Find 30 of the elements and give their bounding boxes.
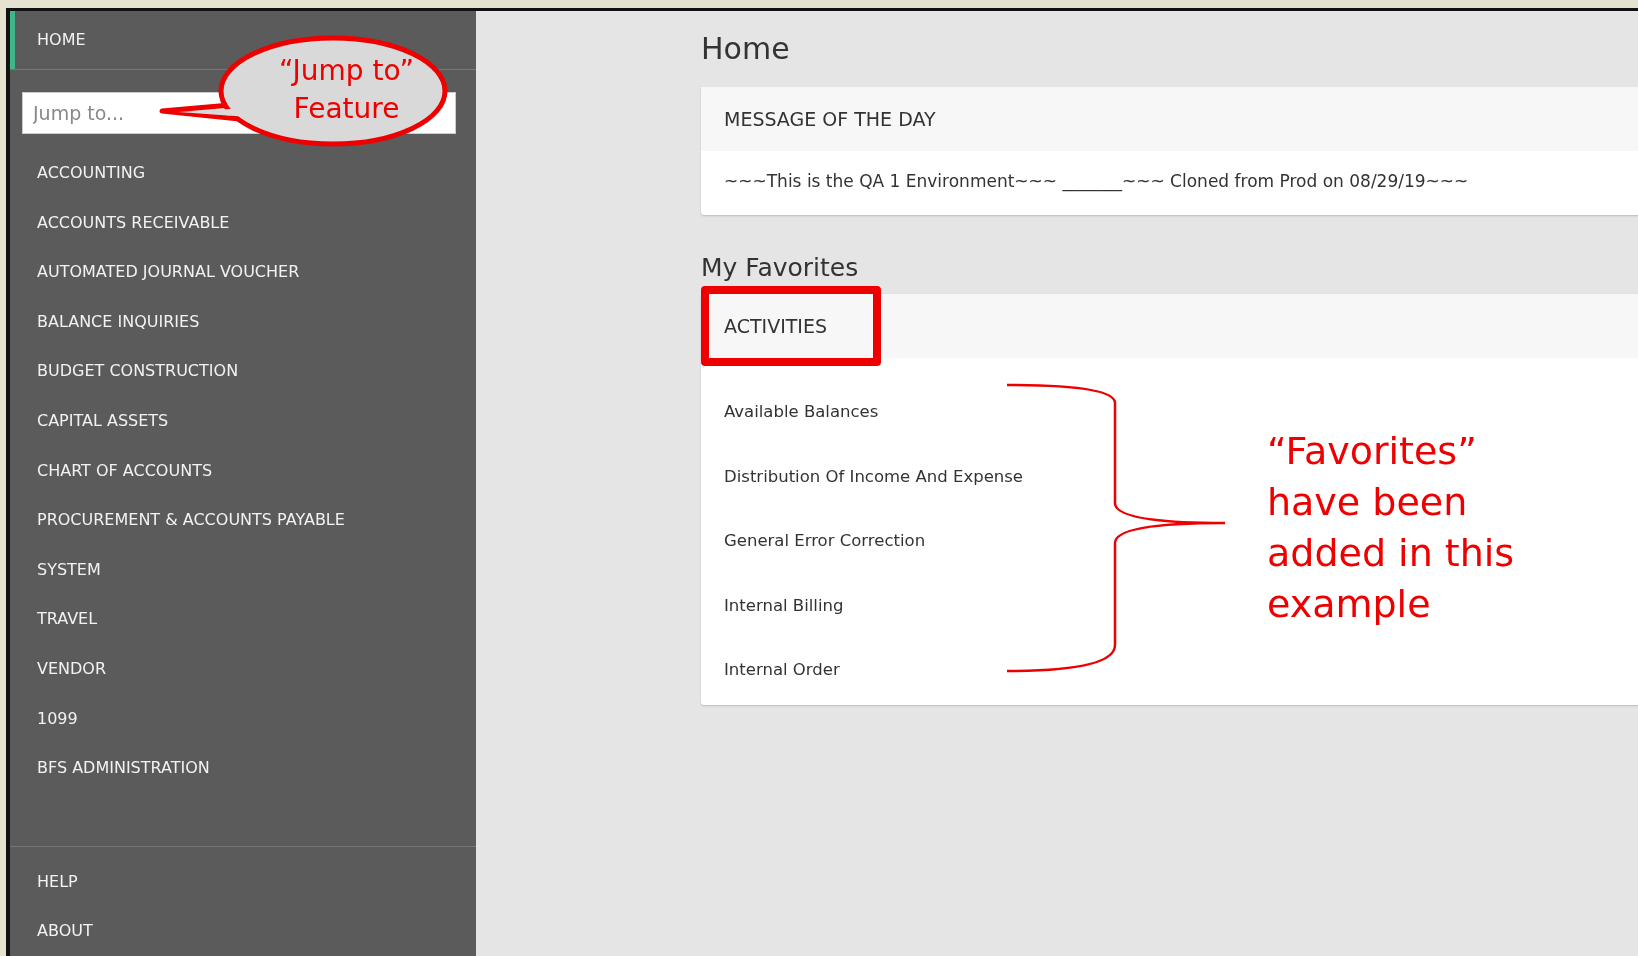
nav-item[interactable]: SYSTEM xyxy=(10,544,476,595)
callout-text: Feature xyxy=(293,91,400,127)
nav-item[interactable]: CAPITAL ASSETS xyxy=(10,395,476,446)
page-title: Home xyxy=(701,31,791,67)
favorite-link[interactable]: Internal Order xyxy=(724,638,840,703)
nav-item[interactable]: AUTOMATED JOURNAL VOUCHER xyxy=(10,247,476,297)
annotation-text: added in this xyxy=(1267,530,1515,577)
nav-item[interactable]: BALANCE INQUIRIES xyxy=(10,296,476,347)
favorite-link[interactable]: Internal Billing xyxy=(724,573,844,638)
card-title: ACTIVITIES xyxy=(724,315,827,337)
nav-item[interactable]: VENDOR xyxy=(10,643,476,694)
nav-item[interactable]: TRAVEL xyxy=(10,594,476,644)
nav-item[interactable]: BFS ADMINISTRATION xyxy=(10,743,476,793)
nav-item[interactable]: ACCOUNTING xyxy=(10,148,476,198)
card-title: MESSAGE OF THE DAY xyxy=(724,108,936,130)
favorite-link[interactable]: General Error Correction xyxy=(724,509,926,574)
message-text: ~~~This is the QA 1 Environment~~~ _______~~~ Cloned from Prod on 08/29/19~~~ xyxy=(724,171,1469,191)
nav-item[interactable]: BUDGET CONSTRUCTION xyxy=(10,346,476,396)
nav-item[interactable]: HELP xyxy=(10,856,476,907)
section-title: My Favorites xyxy=(701,253,860,282)
annotation-text: example xyxy=(1267,581,1432,628)
annotation-text: have been xyxy=(1267,479,1469,526)
nav-item[interactable]: ABOUT xyxy=(10,906,476,956)
nav-item[interactable]: ACCOUNTS RECEIVABLE xyxy=(10,197,476,248)
favorite-link[interactable]: Distribution Of Income And Expense xyxy=(724,444,1023,509)
favorite-link[interactable]: Available Balances xyxy=(724,380,879,445)
nav-item[interactable]: CHART OF ACCOUNTS xyxy=(10,445,476,496)
nav-item[interactable]: PROCUREMENT & ACCOUNTS PAYABLE xyxy=(10,495,476,545)
nav-item[interactable]: 1099 xyxy=(10,693,476,744)
annotation-text: “Favorites” xyxy=(1267,428,1478,475)
